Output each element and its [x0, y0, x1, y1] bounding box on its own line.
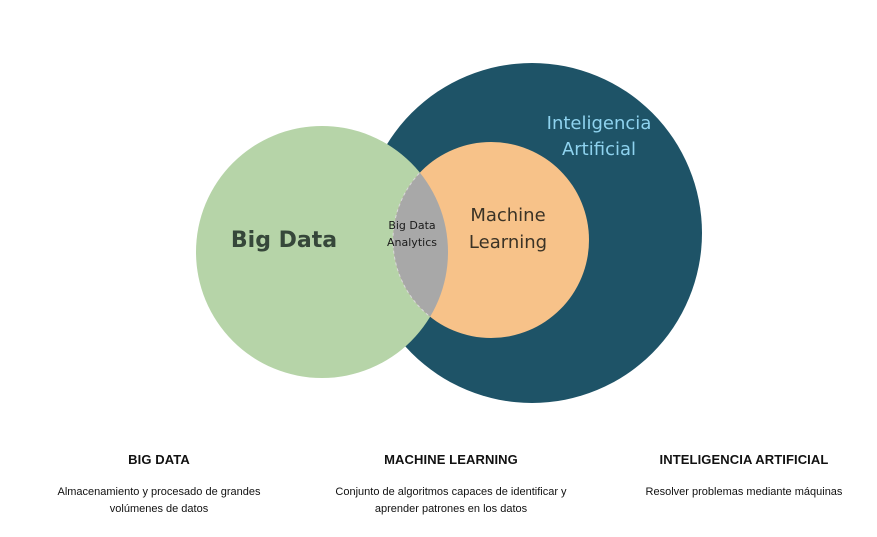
- ai-caption-description: Resolver problemas mediante máquinas: [645, 486, 843, 498]
- ai-caption-title: INTELIGENCIA ARTIFICIAL: [659, 452, 829, 467]
- machine-learning-caption-description: Conjunto de algoritmos capaces de identi…: [335, 486, 567, 515]
- big-data-caption: BIG DATA Almacenamiento y procesado de g…: [14, 452, 304, 518]
- machine-learning-label-line-2: Learning: [469, 232, 547, 253]
- venn-diagram: Big Data Inteligencia Artificial Machine…: [196, 63, 702, 403]
- machine-learning-label-line-1: Machine: [470, 205, 545, 226]
- big-data-analytics-label-line-1: Big Data: [388, 219, 435, 232]
- machine-learning-caption: MACHINE LEARNING Conjunto de algoritmos …: [306, 452, 596, 518]
- big-data-label: Big Data: [231, 228, 337, 253]
- ai-label-line-2: Artificial: [562, 139, 636, 160]
- big-data-caption-title: BIG DATA: [128, 452, 190, 467]
- machine-learning-caption-title: MACHINE LEARNING: [384, 452, 518, 467]
- ai-label-line-1: Inteligencia: [547, 113, 652, 134]
- big-data-caption-description: Almacenamiento y procesado de grandes vo…: [57, 486, 261, 515]
- big-data-analytics-label-line-2: Analytics: [387, 236, 437, 249]
- ai-caption: INTELIGENCIA ARTIFICIAL Resolver problem…: [599, 452, 877, 501]
- captions-row: BIG DATA Almacenamiento y procesado de g…: [0, 452, 877, 532]
